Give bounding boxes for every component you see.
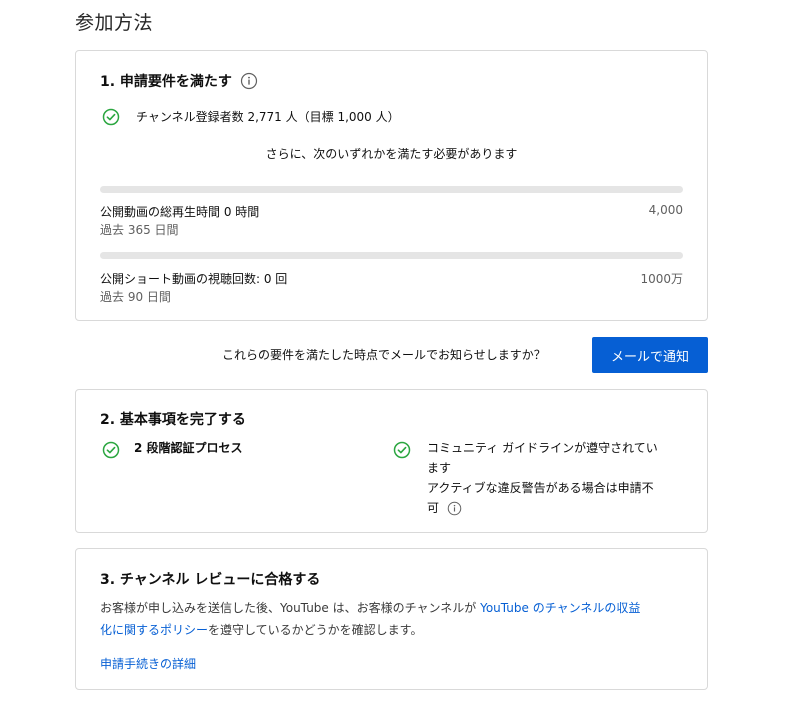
policy-link-line1: YouTube のチャンネルの収益 xyxy=(480,601,641,615)
check-circle-icon xyxy=(102,441,120,459)
review-text-after: を遵守しているかどうかを確認します。 xyxy=(208,623,423,637)
watch-hours-period: 過去 365 日間 xyxy=(100,223,179,237)
basics-card: 2. 基本事項を完了する 2 段階認証プロセス コミュニティ ガイドラインが遵守… xyxy=(75,389,708,533)
watch-hours-goal: 4,000 xyxy=(648,203,683,217)
info-icon[interactable] xyxy=(447,501,462,516)
requirements-card: 1. 申請要件を満たす チャンネル登録者数 2,771 人（目標 1,000 人… xyxy=(75,50,708,321)
page-title: 参加方法 xyxy=(75,12,154,34)
shorts-views-goal: 1000万 xyxy=(640,272,683,286)
review-card: 3. チャンネル レビューに合格する お客様が申し込みを送信した後、YouTub… xyxy=(75,548,708,690)
section1-title: 1. 申請要件を満たす xyxy=(100,74,232,90)
review-description: お客様が申し込みを送信した後、YouTube は、お客様のチャンネルが YouT… xyxy=(100,597,690,641)
strike-note-line1: アクティブな違反警告がある場合は申請不 xyxy=(427,481,654,495)
subscriber-requirement: チャンネル登録者数 2,771 人（目標 1,000 人） xyxy=(136,110,400,124)
strike-note-line2: 可 xyxy=(427,501,440,515)
section1-title-row: 1. 申請要件を満たす xyxy=(100,71,258,91)
two-step-verification-item: 2 段階認証プロセス xyxy=(134,441,243,455)
watch-hours-progress-bar xyxy=(100,186,683,193)
community-guidelines-item-line1: コミュニティ ガイドラインが遵守されてい xyxy=(427,441,658,455)
section2-title: 2. 基本事項を完了する xyxy=(100,412,246,428)
strike-note-line2-row: 可 xyxy=(427,498,462,518)
application-details-link[interactable]: 申請手続きの詳細 xyxy=(100,655,196,672)
watch-hours-label: 公開動画の総再生時間 0 時間 xyxy=(100,205,260,219)
shorts-views-period: 過去 90 日間 xyxy=(100,290,171,304)
policy-link-line2: 化に関するポリシー xyxy=(100,623,209,637)
review-text-before: お客様が申し込みを送信した後、YouTube は、お客様のチャンネルが xyxy=(100,601,481,615)
info-icon[interactable] xyxy=(240,72,258,90)
notify-by-email-button[interactable]: メールで通知 xyxy=(592,337,708,373)
either-requirement-text: さらに、次のいずれかを満たす必要があります xyxy=(265,147,518,161)
check-circle-icon xyxy=(102,108,120,126)
shorts-views-progress-bar xyxy=(100,252,683,259)
community-guidelines-item-line2: ます xyxy=(427,461,452,475)
section3-title: 3. チャンネル レビューに合格する xyxy=(100,572,321,588)
check-circle-icon xyxy=(393,441,411,459)
shorts-views-label: 公開ショート動画の視聴回数: 0 回 xyxy=(100,272,288,286)
notify-prompt: これらの要件を満たした時点でメールでお知らせしますか？ xyxy=(222,348,546,362)
